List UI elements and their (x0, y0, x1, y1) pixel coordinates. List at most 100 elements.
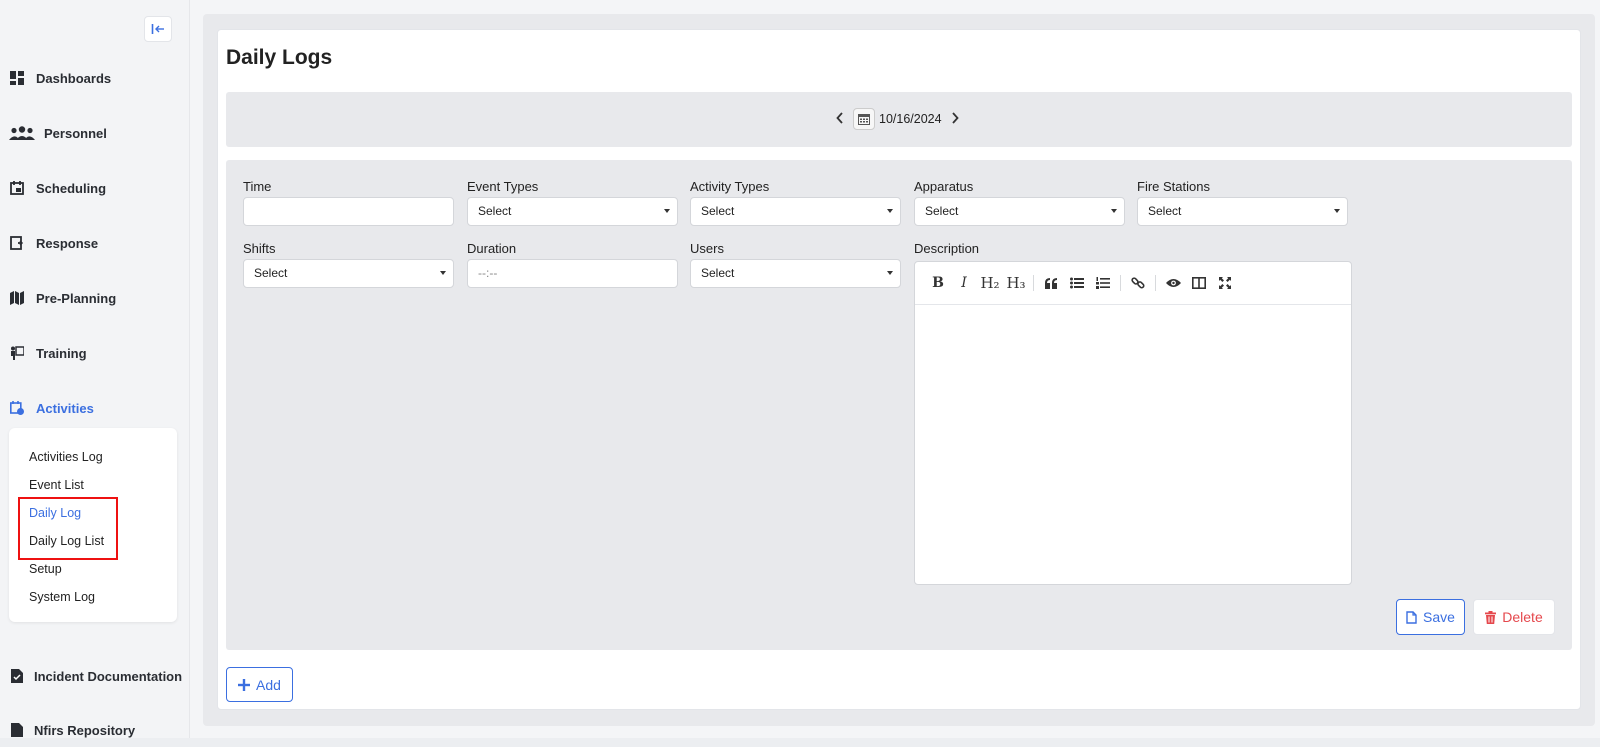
collapse-icon (151, 24, 164, 34)
nav-label: Pre-Planning (36, 290, 117, 306)
preview-button[interactable] (1160, 270, 1186, 296)
next-day-button[interactable] (948, 111, 962, 127)
event-types-select[interactable]: Select (467, 197, 678, 226)
date-navigator: 10/16/2024 (833, 108, 962, 130)
nav-item-training[interactable]: Training (0, 338, 189, 368)
dropdown-caret-icon (887, 271, 893, 275)
delete-button[interactable]: Delete (1473, 599, 1555, 635)
submenu-item-activities-log[interactable]: Activities Log (29, 448, 103, 466)
nav-item-incident-documentation[interactable]: Incident Documentation (0, 661, 189, 691)
calendar-picker-button[interactable] (853, 108, 875, 130)
description-textarea[interactable] (915, 305, 1351, 585)
toolbar-separator (1033, 275, 1034, 291)
event-types-value: Select (478, 204, 512, 218)
apparatus-select[interactable]: Select (914, 197, 1125, 226)
toolbar-separator (1120, 275, 1121, 291)
delete-label: Delete (1502, 609, 1543, 625)
nav-label: Response (36, 235, 99, 251)
time-label: Time (243, 179, 272, 194)
nav-item-nfirs-repository[interactable]: Nfirs Repository (0, 715, 189, 738)
fire-stations-label: Fire Stations (1137, 179, 1210, 194)
dashboard-icon (8, 69, 26, 87)
nav-item-dashboards[interactable]: Dashboards (0, 63, 189, 93)
submenu-item-system-log[interactable]: System Log (29, 588, 95, 606)
activity-types-label: Activity Types (690, 179, 770, 194)
nav-label: Nfirs Repository (34, 722, 136, 738)
users-label: Users (690, 241, 724, 256)
dropdown-caret-icon (1111, 209, 1117, 213)
nav-item-scheduling[interactable]: Scheduling (0, 173, 189, 203)
bullet-list-button[interactable] (1064, 270, 1090, 296)
fire-stations-value: Select (1148, 204, 1182, 218)
columns-icon (1192, 277, 1206, 289)
bullet-list-icon (1070, 277, 1084, 289)
apparatus-label: Apparatus (914, 179, 974, 194)
nav-label: Activities (36, 400, 94, 416)
activity-types-value: Select (701, 204, 735, 218)
nav-item-pre-planning[interactable]: Pre-Planning (0, 283, 189, 313)
chevron-right-icon (951, 111, 959, 124)
bottom-scrollbar-track[interactable] (0, 738, 1600, 747)
heading-3-button[interactable]: H₃ (1003, 270, 1029, 296)
page-title: Daily Logs (226, 46, 333, 69)
submenu-item-event-list[interactable]: Event List (29, 476, 84, 494)
description-label: Description (914, 241, 980, 256)
heading-2-button[interactable]: H₂ (977, 270, 1003, 296)
nav-label: Dashboards (36, 70, 112, 86)
time-input[interactable] (243, 197, 454, 226)
quote-button[interactable] (1038, 270, 1064, 296)
nav-item-activities[interactable]: Activities (0, 393, 189, 423)
file-icon (1406, 610, 1417, 624)
fire-stations-select[interactable]: Select (1137, 197, 1348, 226)
shifts-label: Shifts (243, 241, 276, 256)
map-icon (8, 289, 26, 307)
users-value: Select (701, 266, 735, 280)
sidebar: Dashboards Personnel Scheduling Response… (0, 0, 190, 738)
add-label: Add (256, 676, 281, 693)
nav-label: Personnel (44, 125, 107, 141)
repository-icon (8, 721, 26, 738)
response-icon (8, 234, 26, 252)
side-by-side-button[interactable] (1186, 270, 1212, 296)
fullscreen-button[interactable] (1212, 270, 1238, 296)
add-button[interactable]: Add (226, 667, 293, 702)
nav-label: Incident Documentation (34, 668, 183, 684)
nav-item-personnel[interactable]: Personnel (0, 118, 189, 148)
submenu-item-setup[interactable]: Setup (29, 560, 62, 578)
calendar-icon (858, 114, 870, 125)
shifts-select[interactable]: Select (243, 259, 454, 288)
previous-day-button[interactable] (833, 111, 847, 127)
save-button[interactable]: Save (1396, 599, 1465, 635)
shifts-value: Select (254, 266, 288, 280)
expand-icon (1219, 277, 1231, 289)
users-select[interactable]: Select (690, 259, 901, 288)
log-entry-form (226, 160, 1572, 650)
save-label: Save (1423, 609, 1455, 625)
activity-types-select[interactable]: Select (690, 197, 901, 226)
collapse-sidebar-button[interactable] (144, 16, 172, 42)
plus-icon (238, 678, 251, 691)
italic-button[interactable]: I (951, 270, 977, 296)
quote-icon (1044, 277, 1057, 289)
toolbar-separator (1155, 275, 1156, 291)
numbered-list-icon (1096, 277, 1110, 289)
highlight-annotation-box (18, 497, 118, 560)
activities-icon (8, 399, 26, 417)
training-icon (8, 344, 26, 362)
event-types-label: Event Types (467, 179, 539, 194)
dropdown-caret-icon (1334, 209, 1340, 213)
numbered-list-button[interactable] (1090, 270, 1116, 296)
description-editor: B I H₂ H₃ (914, 261, 1352, 585)
chevron-left-icon (836, 111, 843, 124)
apparatus-value: Select (925, 204, 959, 218)
link-icon (1131, 277, 1145, 289)
dropdown-caret-icon (887, 209, 893, 213)
nav-item-response[interactable]: Response (0, 228, 189, 258)
duration-input[interactable]: --:-- (467, 259, 678, 288)
bold-button[interactable]: B (925, 270, 951, 296)
calendar-icon (8, 179, 26, 197)
editor-toolbar: B I H₂ H₃ (915, 262, 1351, 305)
link-button[interactable] (1125, 270, 1151, 296)
dropdown-caret-icon (440, 271, 446, 275)
trash-icon (1485, 610, 1497, 624)
